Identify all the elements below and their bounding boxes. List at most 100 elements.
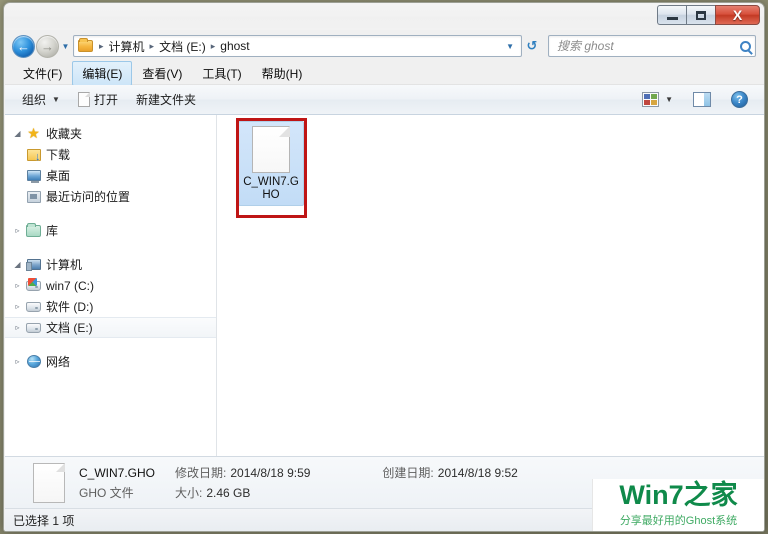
details-file-type: GHO 文件 <box>79 486 134 500</box>
address-bar[interactable]: ▸ 计算机 ▸ 文档 (E:) ▸ ghost ▼ <box>73 35 522 57</box>
open-button[interactable]: 打开 <box>69 86 127 113</box>
sidebar-group-network[interactable]: ▹ 网络 <box>5 351 216 372</box>
breadcrumb-item-drive[interactable]: 文档 (E:) <box>157 37 208 56</box>
file-item-gho[interactable]: C_WIN7.GHO <box>238 121 304 206</box>
sidebar-item-recent-places[interactable]: 最近访问的位置 <box>5 186 216 207</box>
sidebar-item-drive-d[interactable]: ▹ 软件 (D:) <box>5 296 216 317</box>
preview-pane-button[interactable] <box>684 87 720 112</box>
library-icon <box>24 222 43 237</box>
maximize-button[interactable] <box>686 5 715 25</box>
new-folder-label: 新建文件夹 <box>135 93 196 107</box>
details-created-label: 创建日期: <box>382 466 434 480</box>
title-bar: X <box>4 3 764 30</box>
toolbar-right-group: ▼ ? <box>633 86 757 113</box>
watermark-subtitle: 分享最好用的Ghost系统 <box>619 515 738 527</box>
sidebar-label-favorites: 收藏夹 <box>46 127 83 141</box>
menu-item-edit[interactable]: 编辑(E) <box>72 60 133 86</box>
sidebar-item-drive-c[interactable]: ▹ win7 (C:) <box>5 275 216 296</box>
history-dropdown-icon[interactable]: ▼ <box>60 42 71 51</box>
details-modified-label: 修改日期: <box>175 466 227 480</box>
search-input[interactable] <box>557 39 737 53</box>
forward-button[interactable]: → <box>36 34 59 58</box>
minimize-icon <box>666 16 678 20</box>
details-file-name: C_WIN7.GHO <box>79 465 156 480</box>
close-icon: X <box>732 7 743 23</box>
file-name-label: C_WIN7.GHO <box>243 176 299 201</box>
sidebar-item-desktop[interactable]: 桌面 <box>5 165 216 186</box>
toolbar: 组织 ▼ 打开 新建文件夹 ▼ ? <box>5 85 764 115</box>
refresh-icon[interactable]: ↺ <box>522 35 542 57</box>
search-icon[interactable] <box>740 40 751 52</box>
expander-icon[interactable]: ▹ <box>11 357 24 366</box>
preview-pane-icon <box>693 92 711 107</box>
close-button[interactable]: X <box>715 5 760 25</box>
expander-icon[interactable]: ◢ <box>11 129 24 138</box>
menu-item-help[interactable]: 帮助(H) <box>252 61 313 86</box>
details-text: C_WIN7.GHO 修改日期: 2014/8/18 9:59 创建日期: 20… <box>79 464 518 501</box>
downloads-icon <box>24 148 43 163</box>
sidebar-group-computer[interactable]: ◢ 计算机 <box>5 254 216 275</box>
document-icon <box>77 92 90 107</box>
sidebar-group-favorites[interactable]: ◢ ★ 收藏夹 <box>5 123 216 144</box>
expander-icon[interactable]: ▹ <box>11 302 24 311</box>
breadcrumb: ▸ 计算机 ▸ 文档 (E:) ▸ ghost <box>96 37 501 56</box>
watermark-title: Win7之家 <box>619 480 738 510</box>
breadcrumb-separator: ▸ <box>210 40 216 51</box>
open-label: 打开 <box>93 93 118 107</box>
menu-item-view[interactable]: 查看(V) <box>132 61 192 86</box>
sidebar-label-libraries: 库 <box>46 224 59 238</box>
details-row-secondary: GHO 文件 大小: 2.46 GB <box>79 484 518 501</box>
chevron-down-icon: ▼ <box>665 95 673 104</box>
sidebar-label-drive-d: 软件 (D:) <box>46 300 94 314</box>
organize-label: 组织 <box>22 93 47 107</box>
network-icon <box>24 355 43 368</box>
drive-icon <box>24 301 43 312</box>
sidebar-label-drive-c: win7 (C:) <box>46 278 95 293</box>
menu-item-tools[interactable]: 工具(T) <box>192 61 251 86</box>
sidebar-item-downloads[interactable]: 下载 <box>5 144 216 165</box>
folder-icon <box>78 38 93 52</box>
view-options-button[interactable]: ▼ <box>633 87 682 112</box>
status-bar-text: 已选择 1 项 <box>13 513 75 528</box>
search-box[interactable] <box>548 35 756 57</box>
sidebar-label-drive-e: 文档 (E:) <box>46 321 93 335</box>
navigation-pane: ◢ ★ 收藏夹 下载 桌面 最近访问的位置 ▹ 库 <box>5 115 217 456</box>
address-dropdown-icon[interactable]: ▼ <box>501 42 519 51</box>
menu-item-file[interactable]: 文件(F) <box>13 61 72 86</box>
minimize-button[interactable] <box>657 5 686 25</box>
new-folder-button[interactable]: 新建文件夹 <box>127 86 205 113</box>
sidebar-item-drive-e[interactable]: ▹ 文档 (E:) <box>5 317 216 338</box>
sidebar-label-recent-places: 最近访问的位置 <box>46 190 131 204</box>
sidebar-label-computer: 计算机 <box>46 258 83 272</box>
back-button[interactable]: ← <box>12 34 35 58</box>
breadcrumb-item-ghost[interactable]: ghost <box>218 38 251 54</box>
details-created-value: 2014/8/18 9:52 <box>437 465 518 480</box>
desktop-icon <box>24 170 43 183</box>
breadcrumb-item-computer[interactable]: 计算机 <box>107 37 147 56</box>
expander-icon[interactable]: ▹ <box>11 323 24 332</box>
recent-places-icon <box>24 190 43 203</box>
view-options-icon <box>642 92 660 107</box>
expander-icon[interactable]: ▹ <box>11 226 24 235</box>
sidebar-label-desktop: 桌面 <box>46 169 71 183</box>
details-modified-value: 2014/8/18 9:59 <box>230 465 311 480</box>
details-size-value: 2.46 GB <box>206 485 251 500</box>
details-row-primary: C_WIN7.GHO 修改日期: 2014/8/18 9:59 创建日期: 20… <box>79 464 518 481</box>
explorer-body: ◢ ★ 收藏夹 下载 桌面 最近访问的位置 ▹ 库 <box>5 115 764 456</box>
chevron-down-icon: ▼ <box>52 95 60 104</box>
sidebar-group-libraries[interactable]: ▹ 库 <box>5 220 216 241</box>
expander-icon[interactable]: ▹ <box>11 281 24 290</box>
help-button[interactable]: ? <box>722 86 757 113</box>
explorer-window: X ← → ▼ ▸ 计算机 ▸ 文档 (E:) ▸ ghost ▼ ↺ 文 <box>3 2 765 532</box>
maximize-icon <box>696 10 706 20</box>
drive-icon <box>24 322 43 333</box>
breadcrumb-separator: ▸ <box>99 40 104 51</box>
computer-icon <box>24 259 43 271</box>
organize-button[interactable]: 组织 ▼ <box>13 86 69 113</box>
details-size-label: 大小: <box>175 486 203 500</box>
address-bar-row: ← → ▼ ▸ 计算机 ▸ 文档 (E:) ▸ ghost ▼ ↺ <box>4 30 764 62</box>
sidebar-label-downloads: 下载 <box>46 148 71 162</box>
expander-icon[interactable]: ◢ <box>11 260 24 269</box>
